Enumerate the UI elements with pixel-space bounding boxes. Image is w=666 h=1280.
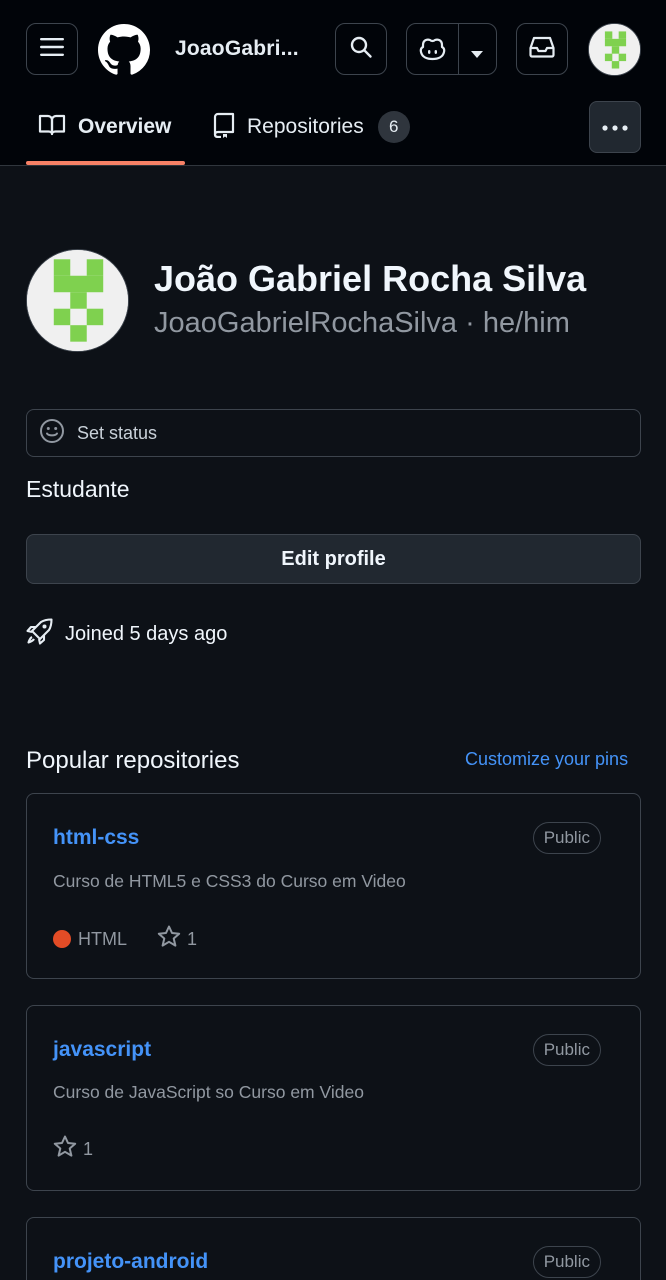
- language-color-dot: [53, 930, 71, 948]
- tab-repositories[interactable]: Repositories 6: [213, 104, 410, 150]
- stargazers-link[interactable]: 1: [53, 1135, 93, 1163]
- inbox-button[interactable]: [516, 23, 568, 75]
- hamburger-icon: [40, 37, 64, 62]
- repositories-count-badge: 6: [377, 111, 410, 143]
- customize-pins-link[interactable]: Customize your pins: [465, 749, 628, 770]
- repo-name-link[interactable]: projeto-android: [53, 1250, 208, 1274]
- profile-avatar[interactable]: [26, 249, 129, 352]
- star-icon: [53, 1135, 77, 1163]
- edit-profile-button[interactable]: Edit profile: [26, 534, 641, 584]
- copilot-icon[interactable]: [419, 37, 446, 66]
- user-avatar-small[interactable]: [588, 23, 641, 76]
- rocket-icon: [26, 618, 53, 650]
- copilot-button-group: [406, 23, 497, 75]
- tab-overview-label: Overview: [78, 115, 172, 138]
- kebab-horizontal-icon: [602, 118, 628, 136]
- joined-info: Joined 5 days ago: [26, 618, 227, 650]
- repo-name-link[interactable]: html-css: [53, 826, 139, 850]
- profile-login-pronouns: JoaoGabrielRochaSilva · he/him: [154, 307, 570, 339]
- top-header: JoaoGabri... Overview Repositories 6: [0, 0, 666, 166]
- set-status-button[interactable]: Set status: [26, 409, 641, 457]
- profile-full-name: João Gabriel Rocha Silva: [154, 258, 587, 299]
- search-button[interactable]: [335, 23, 387, 75]
- repo-card: javascript Public Curso de JavaScript so…: [26, 1005, 641, 1191]
- github-logo-icon[interactable]: [98, 24, 150, 76]
- identicon-icon: [589, 24, 640, 75]
- more-options-button[interactable]: [589, 101, 641, 153]
- star-icon: [157, 925, 181, 953]
- active-tab-indicator: [26, 161, 185, 165]
- header-username[interactable]: JoaoGabri...: [175, 37, 299, 61]
- visibility-badge: Public: [532, 1246, 601, 1278]
- triangle-down-icon[interactable]: [471, 46, 483, 64]
- book-icon: [38, 113, 66, 142]
- repo-name-link[interactable]: javascript: [53, 1038, 151, 1062]
- profile-bio: Estudante: [26, 476, 130, 502]
- repo-icon: [213, 112, 235, 143]
- tab-repositories-label: Repositories: [247, 115, 364, 138]
- visibility-badge: Public: [532, 1034, 601, 1066]
- inbox-icon: [529, 36, 555, 63]
- joined-text: Joined 5 days ago: [65, 622, 228, 645]
- repo-meta: HTML 1: [53, 925, 197, 953]
- menu-button[interactable]: [26, 23, 78, 75]
- identicon-icon: [27, 250, 128, 351]
- repo-card: projeto-android Public: [26, 1217, 641, 1280]
- repo-description: Curso de JavaScript so Curso em Video: [53, 1082, 364, 1102]
- tab-overview[interactable]: Overview: [38, 104, 171, 150]
- visibility-badge: Public: [532, 822, 601, 854]
- set-status-label: Set status: [77, 422, 158, 443]
- smiley-icon: [39, 418, 65, 449]
- repo-meta: 1: [53, 1135, 93, 1163]
- star-count: 1: [83, 1138, 94, 1159]
- repo-card: html-css Public Curso de HTML5 e CSS3 do…: [26, 793, 641, 979]
- repo-language: HTML: [78, 928, 127, 949]
- stargazers-link[interactable]: 1: [157, 925, 197, 953]
- repo-description: Curso de HTML5 e CSS3 do Curso em Video: [53, 871, 406, 891]
- search-icon: [349, 35, 373, 64]
- button-divider: [458, 24, 459, 74]
- popular-repositories-heading: Popular repositories: [26, 747, 240, 774]
- star-count: 1: [187, 928, 198, 949]
